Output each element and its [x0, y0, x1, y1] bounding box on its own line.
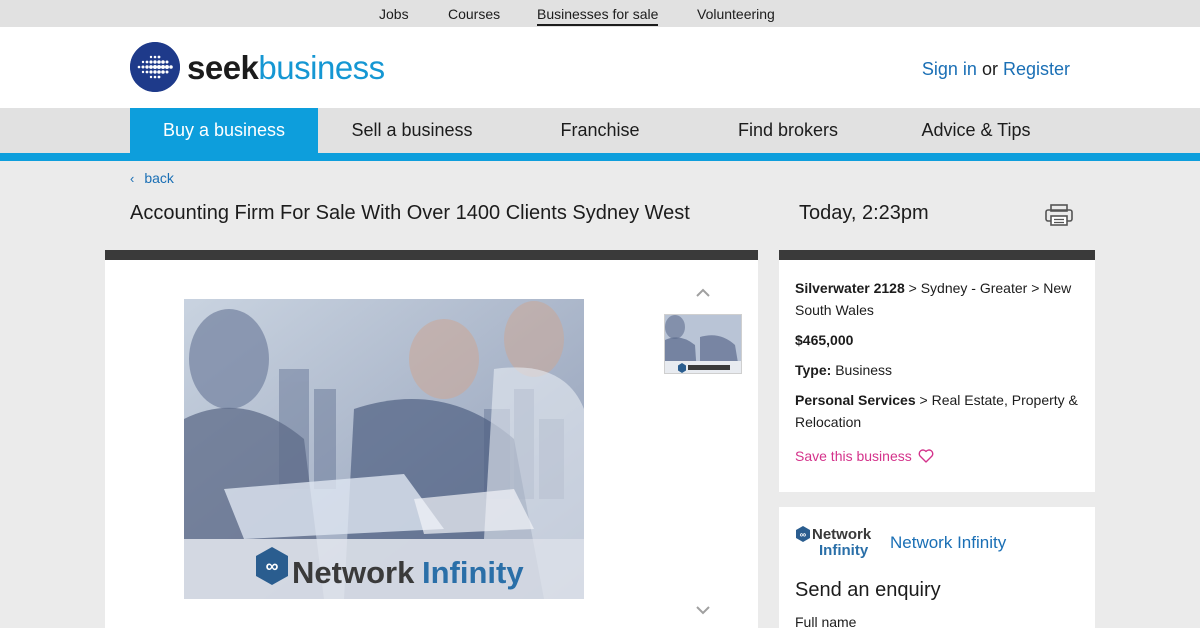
enquiry-panel: ∞ Network Infinity Network Infinity Send… — [779, 507, 1095, 628]
nav-advice-tips[interactable]: Advice & Tips — [882, 108, 1070, 153]
topnav-courses[interactable]: Courses — [448, 6, 500, 22]
top-nav: Jobs Courses Businesses for sale Volunte… — [0, 0, 1200, 27]
svg-text:∞: ∞ — [266, 556, 279, 576]
site-header: seekbusiness Sign in or Register — [0, 27, 1200, 108]
auth-or-text: or — [981, 59, 998, 79]
main-nav: Buy a business Sell a business Franchise… — [0, 108, 1200, 153]
agent-logo-network: Network — [812, 526, 872, 543]
topnav-volunteering[interactable]: Volunteering — [697, 6, 775, 22]
back-label: back — [144, 170, 174, 186]
back-link[interactable]: ‹ back — [130, 170, 174, 186]
svg-text:∞: ∞ — [800, 530, 807, 540]
photo-gallery: ∞ Network Infinity — [105, 250, 758, 628]
listing-price: $465,000 — [795, 329, 1079, 351]
price-value: $465,000 — [795, 332, 854, 348]
category-link[interactable]: Personal Services — [795, 392, 916, 408]
main-listing-photo[interactable]: ∞ Network Infinity — [184, 299, 584, 599]
gallery-thumbnail[interactable] — [664, 314, 742, 374]
chevron-left-icon: ‹ — [130, 171, 135, 186]
seek-business-logo[interactable]: seekbusiness — [130, 42, 385, 92]
sign-in-link[interactable]: Sign in — [922, 59, 977, 79]
print-icon[interactable] — [1044, 204, 1074, 226]
type-value: Business — [835, 362, 893, 378]
save-business-label: Save this business — [795, 448, 912, 464]
save-business-button[interactable]: Save this business — [795, 445, 1079, 467]
nav-accent-bar — [0, 153, 1200, 161]
agent-row: ∞ Network Infinity Network Infinity — [795, 525, 1079, 561]
listing-type: Type: Business — [795, 359, 1079, 381]
chevron-down-icon[interactable] — [694, 603, 712, 621]
agent-logo-infinity: Infinity — [819, 542, 869, 559]
type-label: Type: — [795, 362, 832, 378]
logo-business-text: business — [258, 48, 385, 86]
logo-seek-text: seek — [187, 48, 259, 86]
full-name-label: Full name — [795, 614, 857, 628]
auth-links: Sign in or Register — [922, 59, 1070, 80]
agent-name-link[interactable]: Network Infinity — [890, 533, 1006, 553]
logo-wordmark: seekbusiness — [187, 51, 385, 84]
topnav-businesses-for-sale[interactable]: Businesses for sale — [537, 6, 659, 26]
chevron-up-icon[interactable] — [694, 286, 712, 304]
seek-logo-icon — [130, 42, 180, 92]
listing-datetime: Today, 2:23pm — [799, 202, 929, 224]
photo-logo-infinity: Infinity — [422, 555, 524, 590]
listing-title: Accounting Firm For Sale With Over 1400 … — [130, 202, 690, 224]
listing-details-panel: Silverwater 2128 > Sydney - Greater > Ne… — [779, 250, 1095, 492]
agent-logo[interactable]: ∞ Network Infinity — [795, 525, 877, 561]
topnav-jobs[interactable]: Jobs — [379, 6, 409, 22]
listing-location: Silverwater 2128 > Sydney - Greater > Ne… — [795, 277, 1079, 321]
nav-franchise[interactable]: Franchise — [506, 108, 694, 153]
nav-buy-a-business[interactable]: Buy a business — [130, 108, 318, 153]
enquiry-title: Send an enquiry — [795, 579, 941, 601]
nav-sell-a-business[interactable]: Sell a business — [318, 108, 506, 153]
nav-find-brokers[interactable]: Find brokers — [694, 108, 882, 153]
listing-category: Personal Services > Real Estate, Propert… — [795, 389, 1079, 433]
heart-icon — [918, 449, 934, 463]
register-link[interactable]: Register — [1003, 59, 1070, 79]
location-suburb-link[interactable]: Silverwater 2128 — [795, 280, 905, 296]
photo-logo-network: Network — [292, 555, 415, 590]
